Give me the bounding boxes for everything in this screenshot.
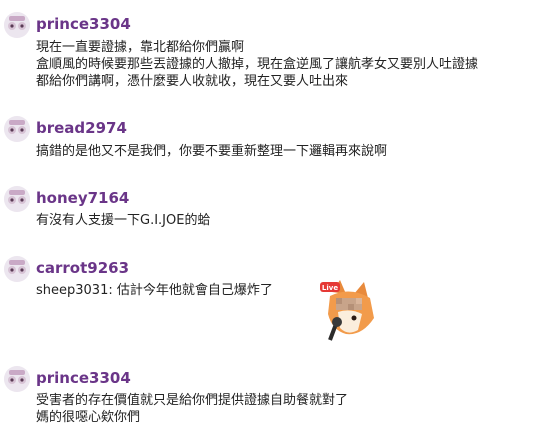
live-badge: Live: [322, 284, 338, 292]
username-link[interactable]: prince3304: [36, 14, 131, 34]
comment-text-line: 受害者的存在價值就只是給你們提供證據自助餐就對了: [36, 393, 349, 408]
comment-item: honey7164 有沒有人支援一下G.I.JOE的蛤: [4, 186, 551, 236]
user-avatar-icon[interactable]: [4, 12, 30, 38]
comment-text-line: 都給你們講啊，憑什麼要人收就收，現在又要人吐出來: [36, 74, 349, 89]
username-link[interactable]: bread2974: [36, 118, 127, 138]
comment-text-line: 媽的很噁心欸你們: [36, 410, 141, 425]
user-avatar-icon[interactable]: [4, 116, 30, 142]
comment-text-line: 盒順風的時候要那些丟證據的人撤掉，現在盒逆風了讓航孝女又要別人吐證據: [36, 57, 479, 72]
fox-live-sticker-icon: Live: [310, 278, 382, 342]
comment-item: carrot9263 sheep3031: 估計今年他就會自己爆炸了 Live: [4, 256, 551, 346]
username-link[interactable]: carrot9263: [36, 258, 129, 278]
user-avatar-icon[interactable]: [4, 256, 30, 282]
comment-text-line: 有沒有人支援一下G.I.JOE的蛤: [36, 213, 211, 228]
comment-item: prince3304 現在一直要證據，靠北都給你們贏啊 盒順風的時候要那些丟證據…: [4, 12, 551, 92]
user-avatar-icon[interactable]: [4, 366, 30, 392]
username-link[interactable]: honey7164: [36, 188, 129, 208]
comment-item: prince3304 受害者的存在價值就只是給你們提供證據自助餐就對了 媽的很噁…: [4, 366, 551, 436]
comment-text-line: sheep3031: 估計今年他就會自己爆炸了: [36, 283, 273, 298]
user-avatar-icon[interactable]: [4, 186, 30, 212]
comment-text-line: 搞錯的是他又不是我們，你要不要重新整理一下邏輯再來說啊: [36, 144, 388, 159]
username-link[interactable]: prince3304: [36, 368, 131, 388]
comment-text-line: 現在一直要證據，靠北都給你們贏啊: [36, 40, 245, 55]
comment-item: bread2974 搞錯的是他又不是我們，你要不要重新整理一下邏輯再來說啊: [4, 116, 551, 166]
